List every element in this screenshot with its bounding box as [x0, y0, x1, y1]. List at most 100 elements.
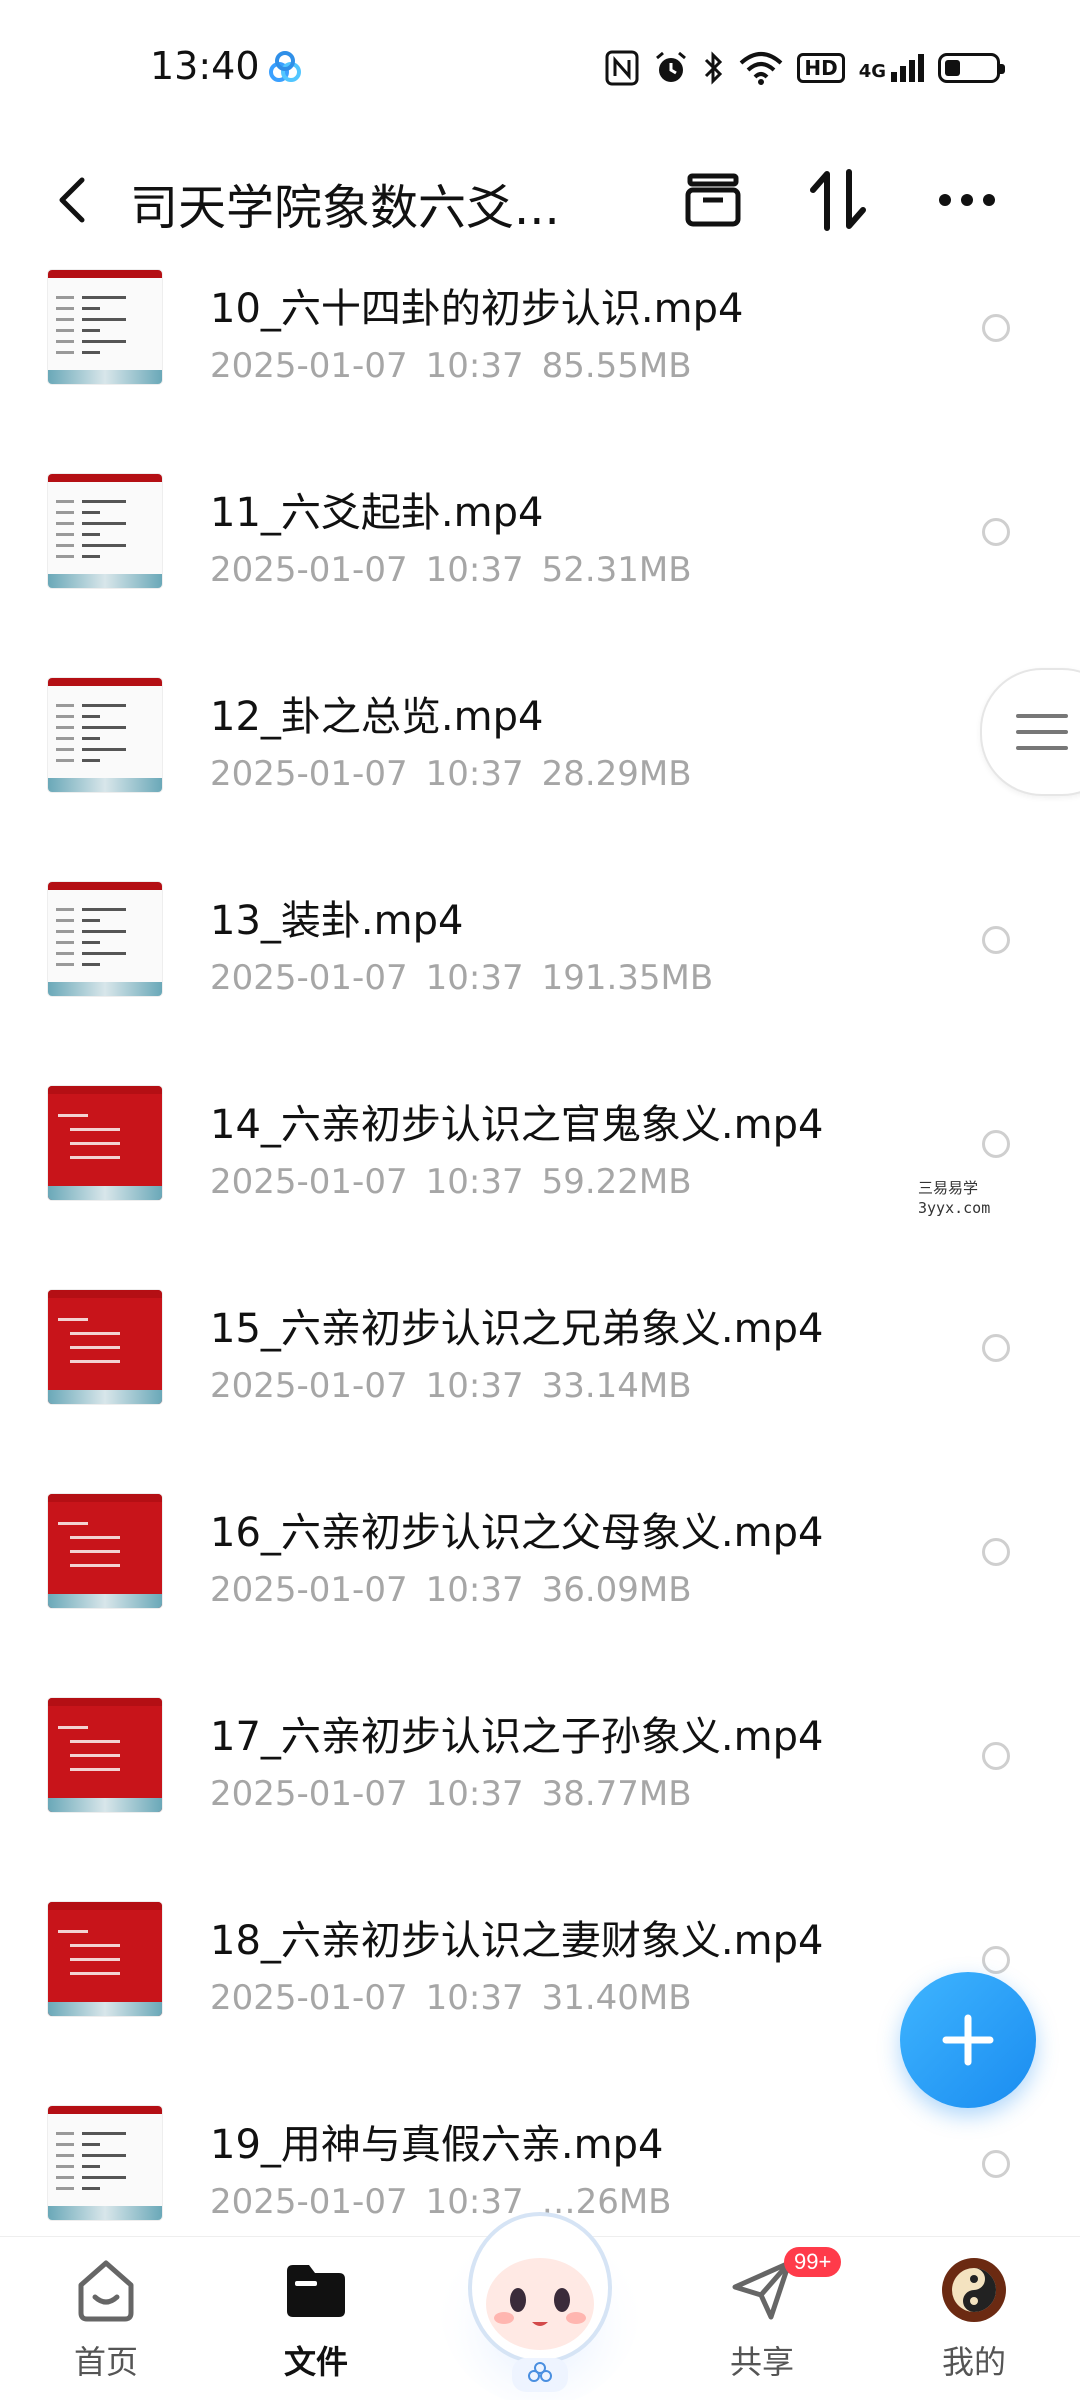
file-name: 19_用神与真假六亲.mp4 — [210, 2122, 664, 2168]
file-date: 2025-01-07 — [210, 1978, 408, 2018]
file-name: 16_六亲初步认识之父母象义.mp4 — [210, 1510, 824, 1556]
file-size: 85.55MB — [541, 346, 692, 386]
avatar-icon — [942, 2258, 1006, 2322]
nfc-icon — [605, 50, 639, 86]
select-radio[interactable] — [982, 518, 1010, 546]
hd-icon: HD — [797, 53, 845, 83]
home-icon — [78, 2260, 134, 2322]
file-row[interactable]: 14_六亲初步认识之官鬼象义.mp4 2025-01-07 10:37 59.22MB — [0, 1072, 1080, 1276]
select-radio[interactable] — [982, 314, 1010, 342]
file-time: 10:37 — [425, 346, 524, 386]
nav-mine[interactable]: 我的 — [904, 2255, 1044, 2383]
alarm-icon — [656, 51, 687, 82]
nav-home-label: 首页 — [73, 2343, 138, 2381]
file-meta: 2025-01-07 10:37 38.77MB — [210, 1774, 710, 1814]
file-row[interactable]: 10_六十四卦的初步认识.mp4 2025-01-07 10:37 85.55MB — [0, 256, 1080, 460]
video-thumbnail — [48, 1086, 162, 1200]
select-radio[interactable] — [982, 926, 1010, 954]
bluetooth-icon — [705, 51, 723, 85]
file-date: 2025-01-07 — [210, 1366, 408, 1406]
file-row[interactable]: 12_卦之总览.mp4 2025-01-07 10:37 28.29MB — [0, 664, 1080, 868]
file-name: 11_六爻起卦.mp4 — [210, 490, 544, 536]
file-row[interactable]: 16_六亲初步认识之父母象义.mp4 2025-01-07 10:37 36.09MB — [0, 1480, 1080, 1684]
top-app-bar: 司天学院象数六爻... — [0, 140, 1080, 260]
video-thumbnail — [48, 2106, 162, 2220]
file-size: 59.22MB — [541, 1162, 692, 1202]
status-icons: HD 4G — [605, 48, 1005, 88]
select-radio[interactable] — [982, 1130, 1010, 1158]
file-date: 2025-01-07 — [210, 1570, 408, 1610]
select-radio[interactable] — [982, 1538, 1010, 1566]
file-size: 52.31MB — [541, 550, 692, 590]
video-thumbnail — [48, 1494, 162, 1608]
video-thumbnail — [48, 1902, 162, 2016]
more-button[interactable] — [932, 165, 1002, 235]
file-row[interactable]: 11_六爻起卦.mp4 2025-01-07 10:37 52.31MB — [0, 460, 1080, 664]
nav-share-label: 共享 — [729, 2343, 794, 2381]
file-meta: 2025-01-07 10:37 33.14MB — [210, 1366, 710, 1406]
watermark-line1: 三易易学 — [918, 1179, 979, 1197]
file-time: 10:37 — [425, 1366, 524, 1406]
nav-files-label: 文件 — [283, 2343, 348, 2381]
select-radio[interactable] — [982, 1742, 1010, 1770]
cloud-app-icon — [269, 51, 301, 82]
nav-share[interactable]: 99+ 共享 — [692, 2247, 842, 2383]
video-thumbnail — [48, 678, 162, 792]
file-size: 28.29MB — [541, 754, 692, 794]
signal-4g-icon: 4G — [859, 54, 924, 82]
mascot-assistant-button[interactable] — [428, 2176, 652, 2400]
file-date: 2025-01-07 — [210, 550, 408, 590]
watermark-line2: 3yyx.com — [918, 1199, 991, 1217]
sort-button[interactable] — [803, 165, 873, 235]
select-radio[interactable] — [982, 1334, 1010, 1362]
network-type: 4G — [858, 61, 886, 82]
status-bar: 13:40 HD 4G — [0, 0, 1080, 140]
status-time: 13:40 — [150, 44, 260, 88]
back-arrow-icon[interactable] — [50, 170, 94, 230]
video-thumbnail — [48, 1290, 162, 1404]
archive-button[interactable] — [678, 165, 748, 235]
file-name: 17_六亲初步认识之子孙象义.mp4 — [210, 1714, 824, 1760]
file-name: 12_卦之总览.mp4 — [210, 694, 544, 740]
file-name: 13_装卦.mp4 — [210, 898, 464, 944]
file-size: 31.40MB — [541, 1978, 692, 2018]
file-time: 10:37 — [425, 1570, 524, 1610]
file-time: 10:37 — [425, 1162, 524, 1202]
more-dots-icon — [939, 194, 995, 206]
file-row[interactable]: 15_六亲初步认识之兄弟象义.mp4 2025-01-07 10:37 33.14MB — [0, 1276, 1080, 1480]
plus-icon — [942, 2014, 994, 2066]
file-date: 2025-01-07 — [210, 754, 408, 794]
file-size: 191.35MB — [541, 958, 714, 998]
file-date: 2025-01-07 — [210, 1162, 408, 1202]
nav-files[interactable]: 文件 — [246, 2255, 386, 2383]
file-name: 14_六亲初步认识之官鬼象义.mp4 — [210, 1102, 824, 1148]
file-meta: 2025-01-07 10:37 85.55MB — [210, 346, 710, 386]
watermark: 三易易学 3yyx.com — [918, 1178, 990, 1218]
video-thumbnail — [48, 270, 162, 384]
nav-home[interactable]: 首页 — [36, 2255, 176, 2383]
file-date: 2025-01-07 — [210, 958, 408, 998]
share-badge: 99+ — [784, 2247, 842, 2277]
file-name: 10_六十四卦的初步认识.mp4 — [210, 286, 744, 332]
battery-icon — [938, 53, 1005, 83]
video-thumbnail — [48, 882, 162, 996]
file-row[interactable]: 13_装卦.mp4 2025-01-07 10:37 191.35MB — [0, 868, 1080, 1072]
file-name: 15_六亲初步认识之兄弟象义.mp4 — [210, 1306, 824, 1352]
file-row[interactable]: 17_六亲初步认识之子孙象义.mp4 2025-01-07 10:37 38.77MB — [0, 1684, 1080, 1888]
file-date: 2025-01-07 — [210, 1774, 408, 1814]
video-thumbnail — [48, 1698, 162, 1812]
file-size: 36.09MB — [541, 1570, 692, 1610]
select-radio[interactable] — [982, 2150, 1010, 2178]
file-name: 18_六亲初步认识之妻财象义.mp4 — [210, 1918, 824, 1964]
add-fab-button[interactable] — [900, 1972, 1036, 2108]
file-time: 10:37 — [425, 550, 524, 590]
file-meta: 2025-01-07 10:37 36.09MB — [210, 1570, 710, 1610]
sort-icon — [810, 169, 866, 231]
select-radio[interactable] — [982, 1946, 1010, 1974]
file-meta: 2025-01-07 10:37 52.31MB — [210, 550, 710, 590]
wifi-icon — [740, 52, 783, 85]
file-size: 33.14MB — [541, 1366, 692, 1406]
file-meta: 2025-01-07 10:37 59.22MB — [210, 1162, 710, 1202]
file-meta: 2025-01-07 10:37 191.35MB — [210, 958, 731, 998]
file-date: 2025-01-07 — [210, 346, 408, 386]
